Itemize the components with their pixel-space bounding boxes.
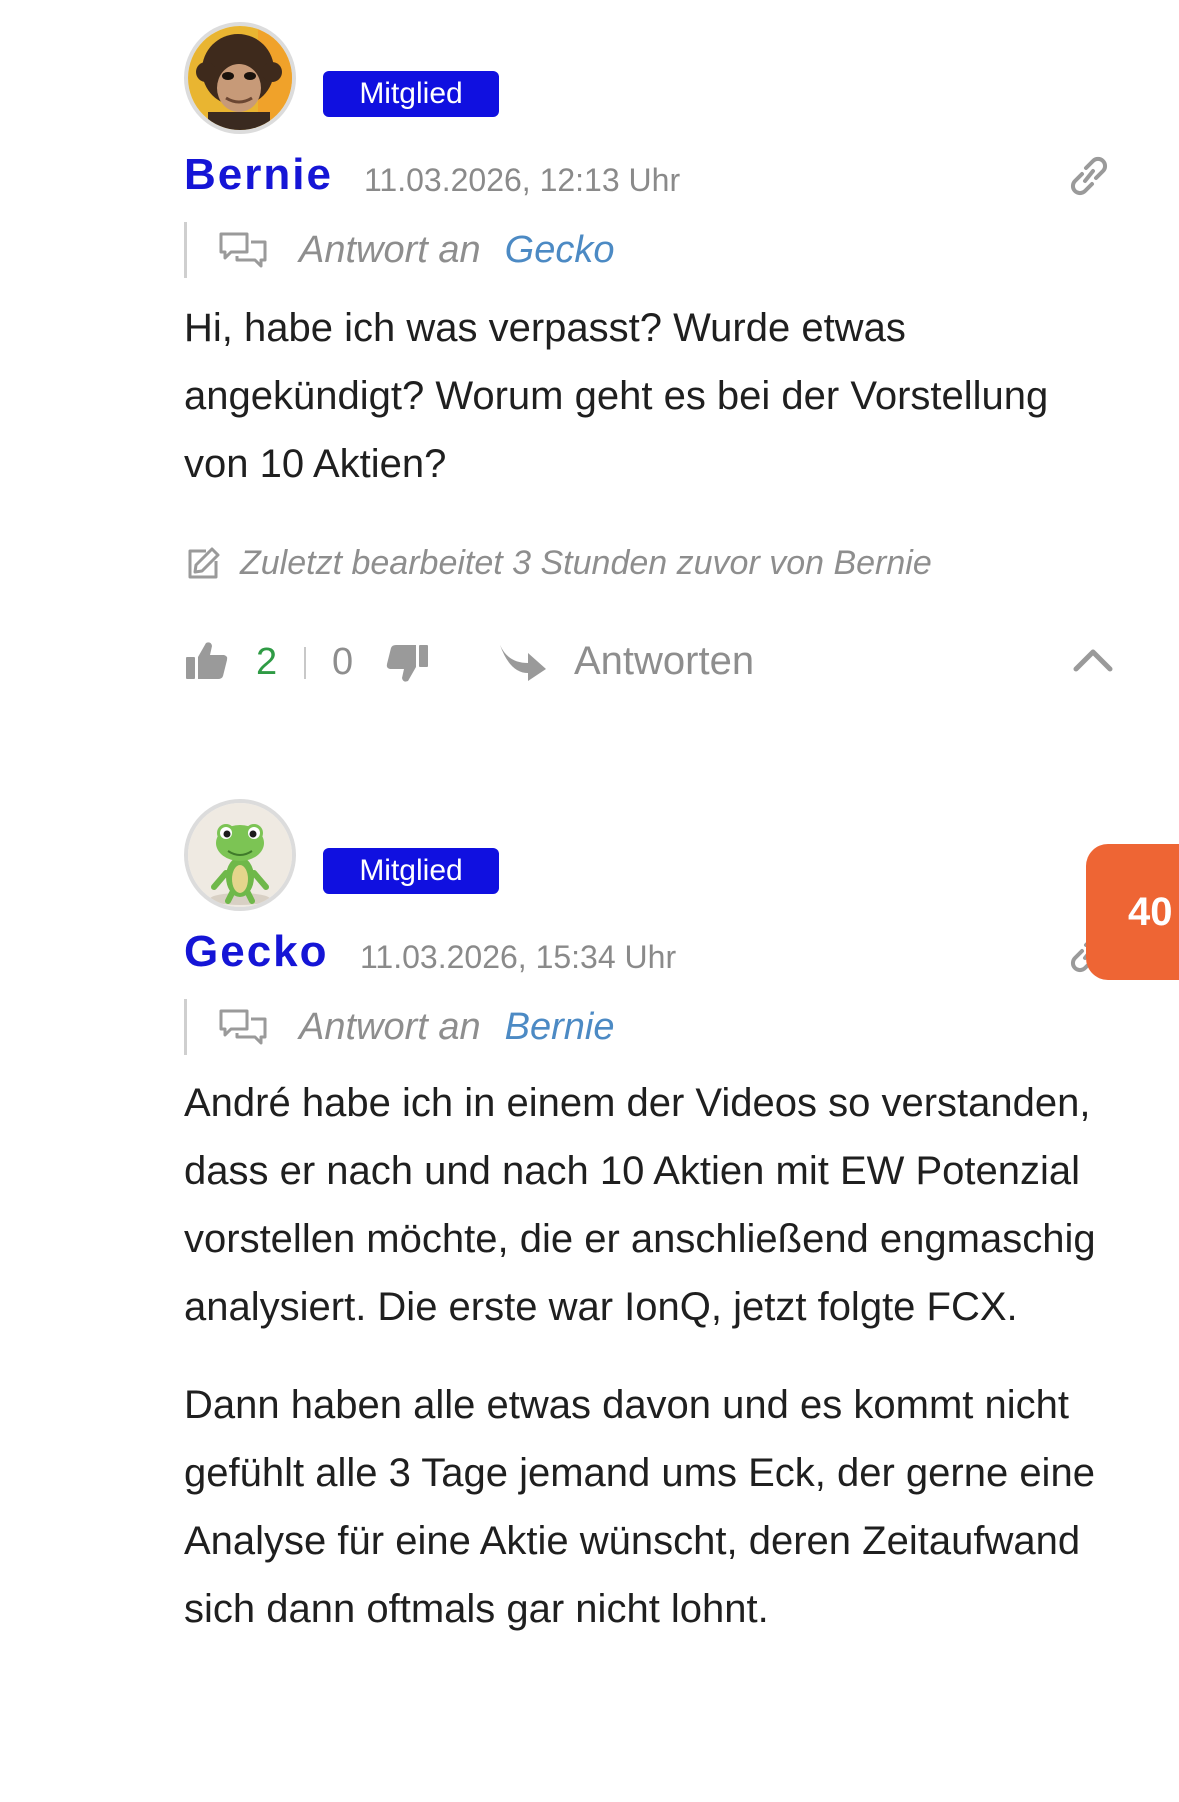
author-name[interactable]: Bernie xyxy=(184,150,333,200)
comment-header: Mitglied xyxy=(184,22,1114,134)
comment-date: 11.03.2026, 15:34 Uhr xyxy=(360,939,677,975)
comment-thread: Mitglied Bernie 11.03.2026, 12:13 Uhr An… xyxy=(0,0,1179,1802)
role-badge: Mitglied xyxy=(323,71,499,117)
comment-meta: Bernie 11.03.2026, 12:13 Uhr xyxy=(184,148,1114,218)
edited-note-text: Zuletzt bearbeitet 3 Stunden zuvor von B… xyxy=(240,544,932,582)
vote-divider xyxy=(304,647,306,679)
reply-arrow-icon[interactable] xyxy=(498,641,548,681)
comment-paragraph: André habe ich in einem der Videos so ve… xyxy=(184,1081,1096,1329)
comment-actions: 2 0 Antworten xyxy=(184,631,1114,695)
reply-prefix: Antwort an xyxy=(299,1005,481,1048)
dislike-count: 0 xyxy=(332,641,354,683)
reply-to-link[interactable]: Gecko xyxy=(505,229,615,272)
link-icon[interactable] xyxy=(1064,154,1114,198)
chevron-up-icon[interactable] xyxy=(1072,645,1114,675)
thumbs-up-icon[interactable] xyxy=(184,639,230,681)
reply-to-reference: Antwort an Bernie xyxy=(184,999,1114,1055)
author-name[interactable]: Gecko xyxy=(184,927,329,977)
edited-note: Zuletzt bearbeitet 3 Stunden zuvor von B… xyxy=(184,544,1114,583)
reply-button[interactable]: Antworten xyxy=(574,639,754,684)
avatar-image xyxy=(188,803,292,907)
reply-prefix: Antwort an xyxy=(299,228,481,271)
avatar-image xyxy=(188,26,292,130)
comment-date: 11.03.2026, 12:13 Uhr xyxy=(364,162,681,198)
reply-to-reference: Antwort an Gecko xyxy=(184,222,1114,278)
like-count: 2 xyxy=(256,641,278,683)
chat-bubbles-icon xyxy=(219,1009,267,1045)
comment-meta: Gecko 11.03.2026, 15:34 Uhr xyxy=(184,925,1114,995)
comment-paragraph: Hi, habe ich was verpasst? Wurde etwas a… xyxy=(184,306,1049,486)
avatar[interactable] xyxy=(184,22,296,134)
floating-comment-count-badge[interactable]: 40 xyxy=(1086,844,1179,980)
comment-body: André habe ich in einem der Videos so ve… xyxy=(184,1069,1124,1643)
chat-bubbles-icon xyxy=(219,232,267,268)
comment-paragraph: Dann haben alle etwas davon und es kommt… xyxy=(184,1383,1095,1631)
comment-body: Hi, habe ich was verpasst? Wurde etwas a… xyxy=(184,294,1064,498)
comment: Mitglied Gecko 11.03.2026, 15:34 Uhr Ant… xyxy=(184,799,1114,1643)
reply-to-link[interactable]: Bernie xyxy=(505,1006,615,1049)
comment: Mitglied Bernie 11.03.2026, 12:13 Uhr An… xyxy=(184,22,1114,695)
avatar[interactable] xyxy=(184,799,296,911)
thumbs-down-icon[interactable] xyxy=(384,643,430,685)
edit-icon xyxy=(188,547,220,578)
comment-header: Mitglied xyxy=(184,799,1114,911)
role-badge: Mitglied xyxy=(323,848,499,894)
